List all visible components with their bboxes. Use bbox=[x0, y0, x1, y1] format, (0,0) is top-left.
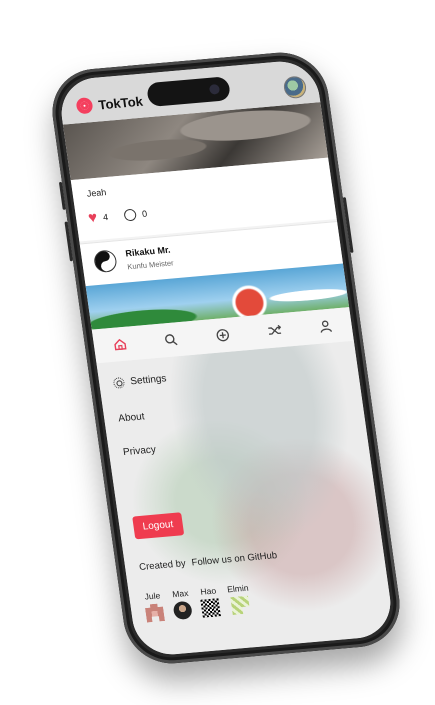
github-link[interactable]: Follow us on GitHub bbox=[191, 550, 278, 568]
developer-max[interactable]: Max bbox=[171, 587, 193, 621]
developer-name: Hao bbox=[199, 585, 217, 597]
credits-line: Created by Follow us on GitHub bbox=[139, 550, 278, 573]
phone-side-button bbox=[58, 181, 66, 210]
user-name: Rikaku Mr. bbox=[124, 244, 172, 259]
logout-button[interactable]: Logout bbox=[132, 512, 184, 540]
user-role: Kunfu Meister bbox=[126, 258, 175, 272]
developer-avatar bbox=[200, 598, 221, 618]
menu-item-privacy[interactable]: Privacy bbox=[122, 444, 156, 458]
phone-volume-button bbox=[64, 221, 74, 262]
home-icon[interactable] bbox=[107, 332, 132, 356]
developer-elmin[interactable]: Elmin bbox=[227, 583, 253, 616]
menu-item-about-label: About bbox=[117, 411, 146, 425]
developer-jule[interactable]: Jule bbox=[143, 590, 165, 622]
developer-avatar bbox=[172, 600, 193, 621]
comment-count: 0 bbox=[141, 208, 148, 219]
app-logo-icon[interactable] bbox=[75, 97, 94, 115]
gear-icon bbox=[112, 376, 126, 389]
menu-item-privacy-label: Privacy bbox=[122, 444, 157, 459]
developer-avatar bbox=[145, 603, 165, 622]
menu-item-about[interactable]: About bbox=[118, 411, 146, 424]
side-menu: Settings About Privacy Logout Created by… bbox=[96, 340, 396, 658]
developer-name: Max bbox=[171, 587, 190, 600]
stage: TokTok Jeah ♥ 4 0 Rikaku Mr. Kunfu Meist… bbox=[0, 0, 435, 705]
phone-screen: TokTok Jeah ♥ 4 0 Rikaku Mr. Kunfu Meist… bbox=[56, 58, 396, 658]
comment-icon[interactable] bbox=[123, 208, 137, 221]
created-by-label: Created by bbox=[138, 558, 187, 574]
developer-name: Jule bbox=[143, 590, 161, 602]
post-caption: Jeah bbox=[86, 187, 107, 199]
shuffle-icon[interactable] bbox=[262, 319, 287, 343]
header-avatar[interactable] bbox=[282, 75, 308, 100]
post-stats: ♥ 4 0 bbox=[87, 206, 148, 227]
developer-avatar bbox=[230, 596, 250, 615]
search-icon[interactable] bbox=[159, 328, 184, 352]
menu-item-settings[interactable]: Settings bbox=[112, 373, 168, 389]
app-title: TokTok bbox=[97, 93, 144, 112]
like-count: 4 bbox=[102, 211, 109, 222]
developer-list: Jule Max Hao Elmin bbox=[143, 583, 252, 623]
phone-mockup: TokTok Jeah ♥ 4 0 Rikaku Mr. Kunfu Meist… bbox=[46, 48, 406, 668]
profile-icon[interactable] bbox=[313, 314, 338, 338]
developer-hao[interactable]: Hao bbox=[199, 585, 221, 618]
user-avatar[interactable] bbox=[92, 249, 118, 274]
developer-name: Elmin bbox=[226, 582, 250, 595]
add-icon[interactable] bbox=[210, 323, 235, 347]
phone-power-button bbox=[342, 197, 354, 253]
menu-item-settings-label: Settings bbox=[129, 373, 168, 388]
heart-icon[interactable]: ♥ bbox=[87, 209, 98, 227]
